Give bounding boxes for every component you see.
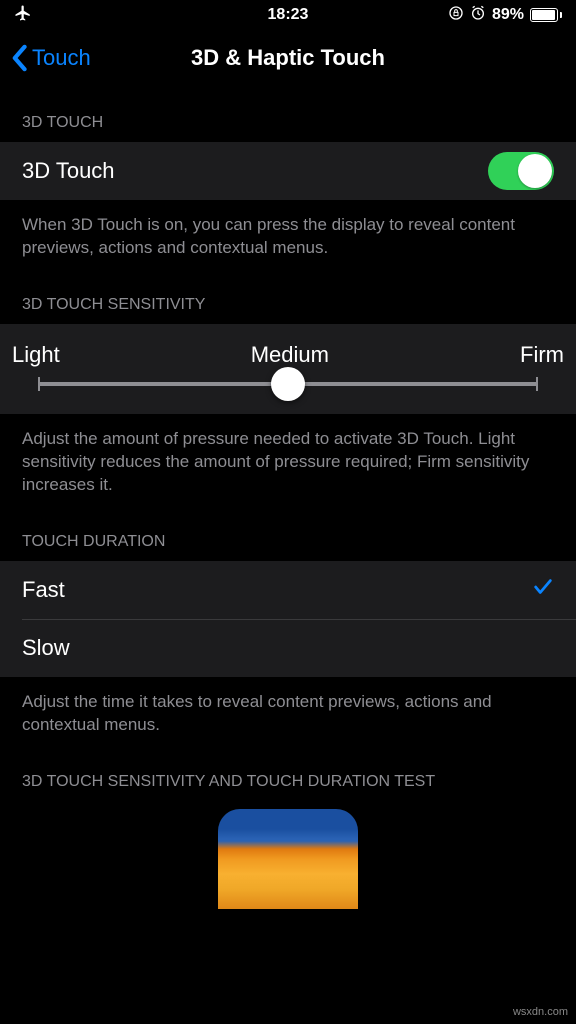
row-3d-touch-toggle[interactable]: 3D Touch bbox=[0, 142, 576, 200]
back-button[interactable]: Touch bbox=[10, 44, 91, 72]
section-header-test: 3D TOUCH SENSITIVITY AND TOUCH DURATION … bbox=[0, 745, 576, 801]
slider-label-firm: Firm bbox=[520, 342, 564, 368]
alarm-icon bbox=[470, 5, 486, 26]
switch-3d-touch[interactable] bbox=[488, 152, 554, 190]
slider-thumb[interactable] bbox=[271, 367, 305, 401]
content-scroll[interactable]: 3D TOUCH 3D Touch When 3D Touch is on, y… bbox=[0, 86, 576, 909]
orientation-lock-icon bbox=[448, 5, 464, 26]
chevron-left-icon bbox=[10, 44, 28, 72]
watermark: wsxdn.com bbox=[513, 1006, 568, 1018]
row-duration-fast[interactable]: Fast bbox=[0, 561, 576, 619]
battery-icon bbox=[530, 8, 562, 22]
airplane-icon bbox=[14, 4, 32, 27]
slider-labels: Light Medium Firm bbox=[0, 324, 576, 372]
toggle-label: 3D Touch bbox=[22, 158, 115, 184]
battery-percent: 89% bbox=[492, 6, 524, 24]
section-header-3d-touch: 3D TOUCH bbox=[0, 86, 576, 142]
slider-label-medium: Medium bbox=[251, 342, 329, 368]
test-tile[interactable] bbox=[218, 809, 358, 909]
slider-label-light: Light bbox=[12, 342, 60, 368]
row-duration-slow[interactable]: Slow bbox=[0, 619, 576, 677]
section-footer-3d-touch: When 3D Touch is on, you can press the d… bbox=[0, 200, 576, 268]
navigation-bar: Touch 3D & Haptic Touch bbox=[0, 30, 576, 86]
section-header-duration: TOUCH DURATION bbox=[0, 505, 576, 561]
sensitivity-slider[interactable] bbox=[38, 382, 538, 386]
duration-slow-label: Slow bbox=[22, 635, 70, 661]
duration-fast-label: Fast bbox=[22, 577, 65, 603]
checkmark-icon bbox=[532, 576, 554, 604]
section-header-sensitivity: 3D TOUCH SENSITIVITY bbox=[0, 268, 576, 324]
back-label: Touch bbox=[32, 45, 91, 71]
section-footer-sensitivity: Adjust the amount of pressure needed to … bbox=[0, 414, 576, 505]
section-footer-duration: Adjust the time it takes to reveal conte… bbox=[0, 677, 576, 745]
status-bar: 18:23 89% bbox=[0, 0, 576, 30]
